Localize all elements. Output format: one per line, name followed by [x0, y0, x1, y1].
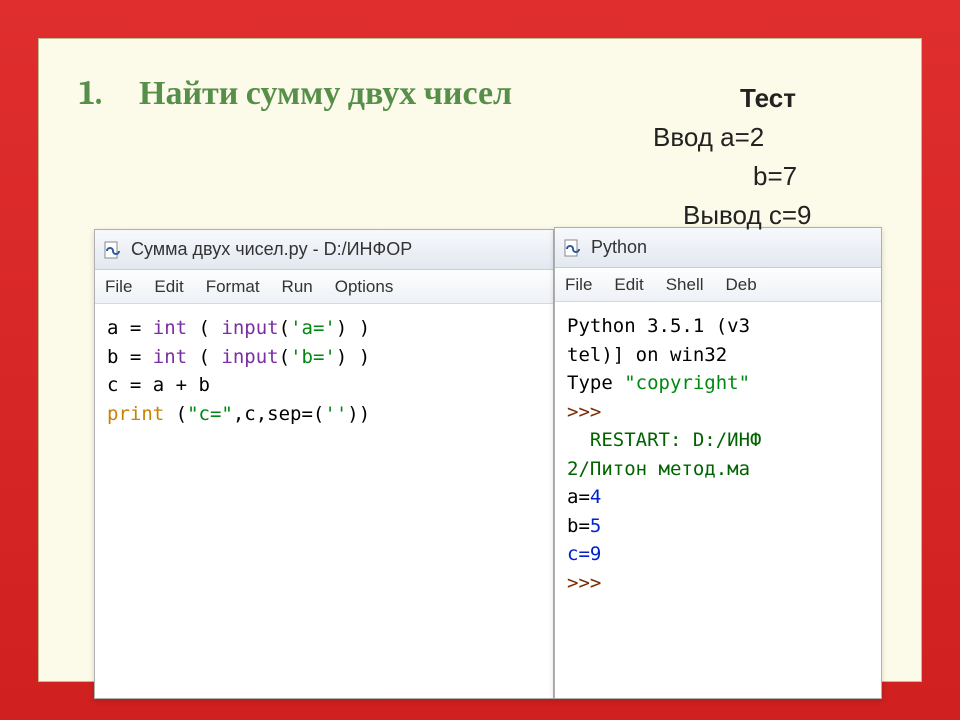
python-file-icon [563, 238, 583, 258]
test-sidebar: Тест Ввод a=2 b=7 Вывод c=9 [643, 79, 893, 235]
out-text: a= [567, 486, 590, 508]
code-keyword: int [153, 346, 187, 368]
menu-debug[interactable]: Deb [726, 275, 757, 295]
code-text: ( [187, 346, 221, 368]
code-text: b = [107, 346, 153, 368]
code-text: ) ) [336, 317, 370, 339]
code-keyword: input [221, 317, 278, 339]
heading-title: Найти сумму двух чисел [139, 73, 559, 114]
code-keyword: int [153, 317, 187, 339]
code-string: 'a=' [290, 317, 336, 339]
editor-code[interactable]: a = int ( input('a=') ) b = int ( input(… [95, 304, 553, 438]
out-result: c=9 [567, 543, 601, 565]
out-prompt: >>> [567, 572, 601, 594]
heading-number: 1. [79, 73, 139, 114]
shell-title: Python [591, 237, 647, 258]
test-line: Ввод a=2 [643, 118, 893, 157]
code-string: "c=" [187, 403, 233, 425]
code-text: ,c,sep=( [233, 403, 325, 425]
windows-area: Сумма двух чисел.py - D:/ИНФОР File Edit… [94, 229, 866, 641]
code-text: ( [187, 317, 221, 339]
menu-edit[interactable]: Edit [614, 275, 643, 295]
editor-title: Сумма двух чисел.py - D:/ИНФОР [131, 239, 412, 260]
shell-window: Python File Edit Shell Deb Python 3.5.1 … [554, 227, 882, 699]
slide-inner: 1. Найти сумму двух чисел Тест Ввод a=2 … [38, 38, 922, 682]
code-text: ( [164, 403, 187, 425]
code-string: '' [324, 403, 347, 425]
code-text: c = a + b [107, 374, 210, 396]
out-path: 2/Питон метод.ма [567, 458, 750, 480]
code-keyword: input [221, 346, 278, 368]
test-line: b=7 [643, 157, 893, 196]
menu-options[interactable]: Options [335, 277, 394, 297]
out-text: Python 3.5.1 (v3 [567, 315, 750, 337]
menu-format[interactable]: Format [206, 277, 260, 297]
editor-window: Сумма двух чисел.py - D:/ИНФОР File Edit… [94, 229, 554, 699]
code-keyword: print [107, 403, 164, 425]
out-restart: RESTART: D:/ИНФ [567, 429, 761, 451]
code-text: ) ) [336, 346, 370, 368]
out-num: 4 [590, 486, 601, 508]
code-text: a = [107, 317, 153, 339]
slide: 1. Найти сумму двух чисел Тест Ввод a=2 … [0, 0, 960, 720]
menu-run[interactable]: Run [282, 277, 313, 297]
code-text: ( [279, 317, 290, 339]
menu-file[interactable]: File [105, 277, 132, 297]
shell-menubar: File Edit Shell Deb [555, 268, 881, 302]
out-text: tel)] on win32 [567, 344, 727, 366]
code-string: 'b=' [290, 346, 336, 368]
out-num: 5 [590, 515, 601, 537]
out-text: b= [567, 515, 590, 537]
out-string: "copyright" [624, 372, 750, 394]
out-prompt: >>> [567, 401, 601, 423]
menu-shell[interactable]: Shell [666, 275, 704, 295]
code-text: ( [279, 346, 290, 368]
code-text: )) [347, 403, 370, 425]
editor-menubar: File Edit Format Run Options [95, 270, 553, 304]
menu-edit[interactable]: Edit [154, 277, 183, 297]
python-file-icon [103, 240, 123, 260]
test-line: Вывод c=9 [643, 196, 893, 235]
shell-output[interactable]: Python 3.5.1 (v3 tel)] on win32 Type "co… [555, 302, 881, 607]
menu-file[interactable]: File [565, 275, 592, 295]
out-text: Type [567, 372, 624, 394]
test-title: Тест [643, 79, 893, 118]
editor-titlebar[interactable]: Сумма двух чисел.py - D:/ИНФОР [95, 230, 553, 270]
